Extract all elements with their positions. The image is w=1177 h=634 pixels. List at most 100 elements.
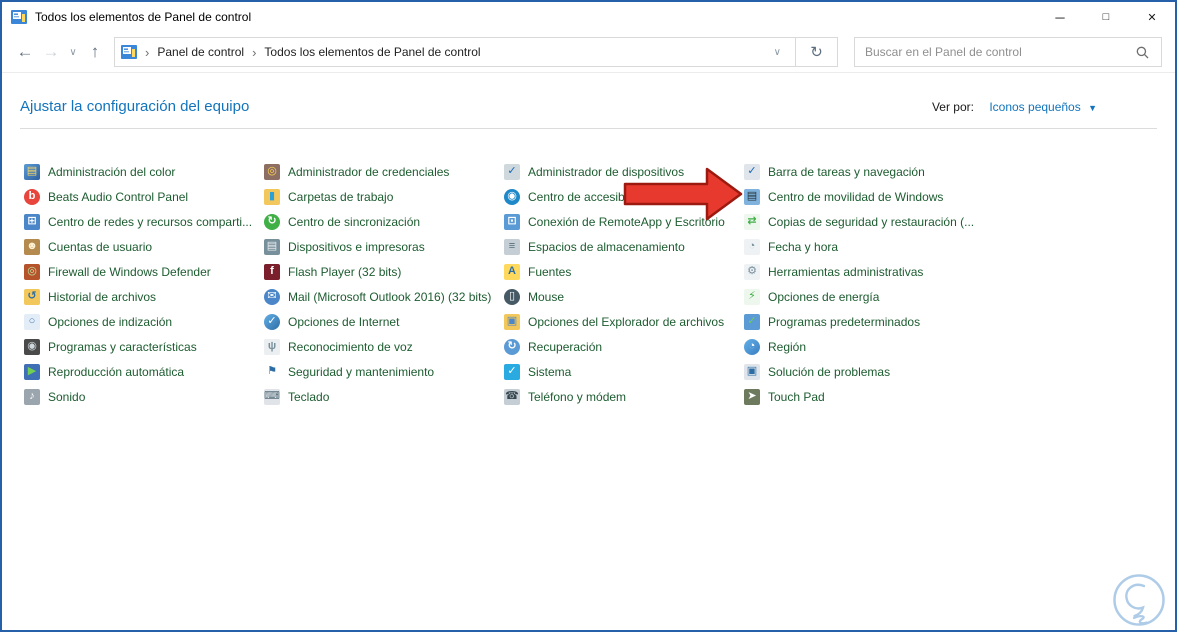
item-label: Espacios de almacenamiento [528, 239, 685, 254]
breadcrumb[interactable]: › Panel de control › Todos los elementos… [114, 37, 796, 67]
control-panel-item[interactable]: ◔ Región [744, 334, 984, 359]
control-panel-item[interactable]: ◎ Firewall de Windows Defender [24, 259, 264, 284]
view-by-dropdown[interactable]: Iconos pequeños [989, 100, 1080, 114]
title-bar: Todos los elementos de Panel de control … [2, 2, 1175, 32]
ease-of-access-center-icon: ◉ [504, 188, 520, 205]
recovery-icon: ↻ [504, 338, 520, 355]
control-panel-item[interactable]: ▶ Reproducción automática [24, 359, 264, 384]
storage-spaces-icon: ≡ [504, 238, 520, 255]
fonts-icon: A [504, 263, 520, 280]
control-panel-item[interactable]: ☻ Cuentas de usuario [24, 234, 264, 259]
device-manager-icon: ✓ [504, 163, 520, 180]
control-panel-item[interactable]: b Beats Audio Control Panel [24, 184, 264, 209]
control-panel-item[interactable]: ⌨ Teclado [264, 384, 504, 409]
item-label: Programas y características [48, 339, 197, 354]
back-button[interactable]: ← [12, 42, 38, 62]
control-panel-item[interactable]: ▤ Dispositivos e impresoras [264, 234, 504, 259]
items-column: ◎ Administrador de credenciales ▮ Carpetas … [264, 159, 504, 409]
control-panel-item[interactable]: ✓ Sistema [504, 359, 744, 384]
item-label: Seguridad y mantenimiento [288, 364, 435, 379]
search-box [854, 37, 1162, 67]
control-panel-item[interactable]: ⚡ Opciones de energía [744, 284, 984, 309]
control-panel-item[interactable]: ◔ Fecha y hora [744, 234, 984, 259]
breadcrumb-item-todos-los-elementos[interactable]: Todos los elementos de Panel de control [264, 45, 480, 59]
control-panel-item[interactable]: f Flash Player (32 bits) [264, 259, 504, 284]
sync-center-icon: ↻ [264, 213, 280, 230]
control-panel-item[interactable]: ≡ Espacios de almacenamiento [504, 234, 744, 259]
sound-icon: ♪ [24, 388, 40, 405]
control-panel-item[interactable]: ⇄ Copias de seguridad y restauración (... [744, 209, 984, 234]
maximize-button[interactable]: □ [1083, 2, 1129, 32]
control-panel-item[interactable]: ✓ Administrador de dispositivos [504, 159, 744, 184]
item-label: Opciones del Explorador de archivos [528, 314, 725, 329]
control-panel-item[interactable]: ⚙ Herramientas administrativas [744, 259, 984, 284]
control-panel-item[interactable]: ⊞ Centro de redes y recursos comparti... [24, 209, 264, 234]
search-input[interactable] [855, 45, 1124, 59]
speech-recognition-icon: ψ [264, 338, 280, 355]
screenshot-frame: Todos los elementos de Panel de control … [0, 0, 1177, 632]
forward-button[interactable]: → [38, 42, 64, 62]
item-label: Flash Player (32 bits) [288, 264, 402, 279]
control-panel-item[interactable]: ▤ Centro de movilidad de Windows [744, 184, 984, 209]
control-panel-item[interactable]: ♪ Sonido [24, 384, 264, 409]
control-panel-item[interactable]: ▯ Mouse [504, 284, 744, 309]
item-label: Touch Pad [768, 389, 825, 404]
indexing-options-icon: ○ [24, 313, 40, 330]
windows-mobility-center-icon: ▤ [744, 188, 760, 205]
page-title: Ajustar la configuración del equipo [20, 98, 250, 115]
control-panel-item[interactable]: ✓ Opciones de Internet [264, 309, 504, 334]
control-panel-item[interactable]: ψ Reconocimiento de voz [264, 334, 504, 359]
control-panel-item[interactable]: ▮ Carpetas de trabajo [264, 184, 504, 209]
breadcrumb-item-panel-de-control[interactable]: Panel de control [157, 45, 244, 59]
item-label: Sistema [528, 364, 572, 379]
item-label: Solución de problemas [768, 364, 891, 379]
default-programs-icon: ✓ [744, 313, 760, 330]
control-panel-item[interactable]: ↻ Recuperación [504, 334, 744, 359]
item-label: Región [768, 339, 807, 354]
control-panel-item[interactable]: ✓ Programas predeterminados [744, 309, 984, 334]
control-panel-item[interactable]: ◉ Programas y características [24, 334, 264, 359]
control-panel-item[interactable]: ▤ Administración del color [24, 159, 264, 184]
items-column: ✓ Barra de tareas y navegación ▤ Centro de … [744, 159, 984, 409]
control-panel-item[interactable]: ▣ Solución de problemas [744, 359, 984, 384]
control-panel-item[interactable]: ➤ Touch Pad [744, 384, 984, 409]
control-panel-item[interactable]: ◉ Centro de accesibilidad [504, 184, 744, 209]
item-label: Reproducción automática [48, 364, 185, 379]
internet-options-icon: ✓ [264, 313, 280, 330]
control-panel-item[interactable]: ↻ Centro de sincronización [264, 209, 504, 234]
mouse-icon: ▯ [504, 288, 520, 305]
control-panel-item[interactable]: ▣ Opciones del Explorador de archivos [504, 309, 744, 334]
control-panel-item[interactable]: ✉ Mail (Microsoft Outlook 2016) (32 bits) [264, 284, 504, 309]
control-panel-item[interactable]: ↺ Historial de archivos [24, 284, 264, 309]
beats-audio-icon: b [24, 188, 40, 205]
security-and-maintenance-icon: ⚑ [264, 363, 280, 380]
programs-and-features-icon: ◉ [24, 338, 40, 355]
control-panel-item[interactable]: ✓ Barra de tareas y navegación [744, 159, 984, 184]
minimize-button[interactable]: ─ [1037, 2, 1083, 32]
item-label: Copias de seguridad y restauración (... [768, 214, 975, 229]
chevron-down-icon[interactable]: ▼ [1088, 103, 1097, 113]
refresh-button[interactable]: ↻ [796, 37, 838, 67]
control-panel-item[interactable]: ◎ Administrador de credenciales [264, 159, 504, 184]
history-dropdown-icon[interactable]: ∨ [64, 47, 82, 58]
administrative-tools-icon: ⚙ [744, 263, 760, 280]
view-by-control: Ver por: Iconos pequeños ▼ [932, 100, 1097, 114]
item-label: Historial de archivos [48, 289, 157, 304]
item-label: Opciones de energía [768, 289, 880, 304]
color-management-icon: ▤ [24, 163, 40, 180]
item-label: Fuentes [528, 264, 572, 279]
control-panel-item[interactable]: ⚑ Seguridad y mantenimiento [264, 359, 504, 384]
address-dropdown-icon[interactable]: ∨ [760, 47, 795, 58]
up-button[interactable]: ↑ [82, 42, 108, 62]
window-title: Todos los elementos de Panel de control [35, 10, 252, 24]
close-button[interactable]: ✕ [1129, 2, 1175, 32]
control-panel-item[interactable]: ☎ Teléfono y módem [504, 384, 744, 409]
search-icon[interactable] [1124, 46, 1161, 59]
system-icon: ✓ [504, 363, 520, 380]
user-accounts-icon: ☻ [24, 238, 40, 255]
control-panel-item[interactable]: A Fuentes [504, 259, 744, 284]
control-panel-item[interactable]: ○ Opciones de indización [24, 309, 264, 334]
control-panel-item[interactable]: ⊡ Conexión de RemoteApp y Escritorio [504, 209, 744, 234]
item-label: Mouse [528, 289, 565, 304]
item-label: Fecha y hora [768, 239, 839, 254]
